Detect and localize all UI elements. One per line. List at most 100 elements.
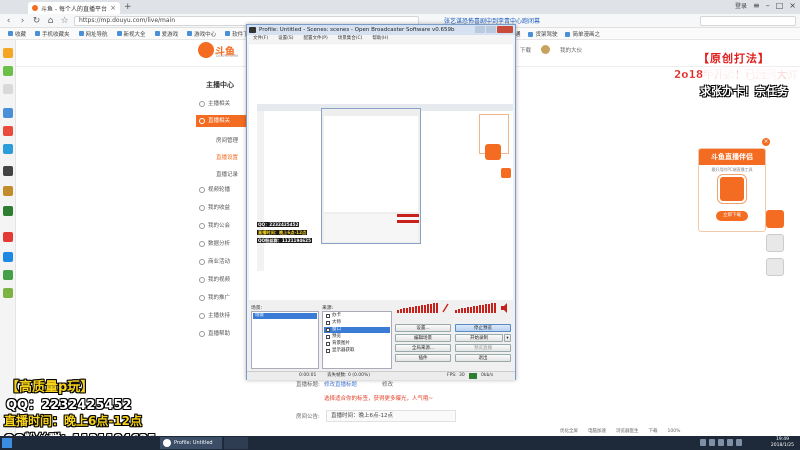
edit-link[interactable]: 修改 <box>382 380 393 388</box>
reload-icon[interactable]: ↻ <box>32 16 41 26</box>
sidebar-app-icon[interactable] <box>3 84 13 94</box>
sidebar-app-icon[interactable] <box>3 166 13 176</box>
exit-button[interactable]: 退出 <box>455 354 511 362</box>
search-input[interactable] <box>700 15 796 26</box>
nav-sub-records[interactable]: 直播记录 <box>216 170 238 178</box>
nav-item[interactable]: 商业活动 <box>196 256 246 268</box>
download-link[interactable]: 下载 <box>520 46 531 54</box>
sidebar-app-icon[interactable] <box>3 206 13 216</box>
home-icon[interactable]: ⌂ <box>46 16 55 26</box>
obs-menu-settings[interactable]: 设置(S) <box>278 35 293 43</box>
obs-close-icon[interactable] <box>497 26 513 33</box>
source-checkbox[interactable] <box>326 328 330 332</box>
nav-item[interactable]: 数据分析 <box>196 238 246 250</box>
back-icon[interactable]: ‹ <box>4 16 13 26</box>
nav-item[interactable]: 我的收益 <box>196 202 246 214</box>
mic-icon[interactable] <box>442 303 449 313</box>
scene-list[interactable]: 场景 <box>251 311 319 369</box>
sidebar-app-icon[interactable] <box>3 270 13 280</box>
bookmark-item[interactable]: 收藏 <box>8 30 26 38</box>
status-speedup[interactable]: 电脑加速 <box>588 428 606 434</box>
obs-maximize-icon[interactable] <box>486 26 496 33</box>
bookmark-item[interactable]: 游戏中心 <box>187 30 216 38</box>
taskbar-clock[interactable]: 19:49 2018/1/25 <box>771 437 794 449</box>
bookmark-item[interactable]: 货架驾驶 <box>528 30 557 38</box>
sidebar-app-icon[interactable] <box>3 66 13 76</box>
source-checkbox[interactable] <box>326 335 330 339</box>
bookmark-item[interactable]: 爱游戏 <box>154 30 178 38</box>
record-dropdown-icon[interactable]: ▾ <box>504 334 511 342</box>
float-play-icon[interactable] <box>766 210 784 228</box>
login-link[interactable]: 登录 <box>735 1 747 10</box>
notice-field[interactable]: 直播时间：晚上6点-12点 <box>326 410 456 422</box>
sidebar-app-icon[interactable] <box>3 288 13 298</box>
user-name[interactable]: 我的大伙 <box>560 46 582 54</box>
float-home-icon[interactable] <box>766 234 784 252</box>
source-list[interactable]: 办卡 大师 窗口 预览 背景图片 显示器获取 <box>322 311 392 369</box>
source-checkbox[interactable] <box>326 321 330 325</box>
bookmark-item[interactable]: 网址导航 <box>78 30 108 38</box>
menu-icon[interactable]: ≡ <box>753 1 760 10</box>
start-record-button[interactable]: 开始录制 <box>455 334 503 342</box>
settings-button[interactable]: 设置... <box>395 324 451 332</box>
bookmark-item[interactable]: 手机收藏夹 <box>35 30 70 38</box>
star-icon[interactable]: ☆ <box>60 16 69 26</box>
douyu-logo[interactable]: 斗鱼 DOUYU.COM <box>198 40 240 60</box>
start-button-icon[interactable] <box>2 438 12 448</box>
speaker-icon[interactable] <box>501 303 507 313</box>
tray-icon[interactable] <box>700 439 706 446</box>
source-item[interactable]: 背景图片 <box>324 341 390 347</box>
preview-stream-button[interactable]: 预览直播 <box>455 344 511 352</box>
obs-menu-help[interactable]: 帮助(H) <box>372 35 388 43</box>
close-window-icon[interactable]: × <box>789 1 796 10</box>
source-checkbox[interactable] <box>326 314 330 318</box>
forward-icon[interactable]: › <box>18 16 27 26</box>
minimize-icon[interactable]: – <box>766 1 770 10</box>
sidebar-app-icon[interactable] <box>3 108 13 118</box>
obs-titlebar[interactable]: Profile: Untitled - Scenes: scenes - Ope… <box>247 25 515 35</box>
status-optimize[interactable]: 优化全屏 <box>560 428 578 434</box>
obs-menu-file[interactable]: 文件(F) <box>253 35 268 43</box>
maximize-icon[interactable]: □ <box>776 1 784 10</box>
sidebar-app-icon[interactable] <box>3 186 13 196</box>
tray-icon[interactable] <box>718 439 724 446</box>
plugins-button[interactable]: 插件 <box>395 354 451 362</box>
helper-download-button[interactable]: 立即下载 <box>716 211 748 221</box>
nav-item[interactable]: 视频轮播 <box>196 184 246 196</box>
sidebar-app-icon[interactable] <box>3 232 13 242</box>
nav-item[interactable]: 我的公会 <box>196 220 246 232</box>
source-item[interactable]: 大师 <box>324 320 390 326</box>
tray-icon[interactable] <box>736 439 742 446</box>
status-download[interactable]: 下载 <box>649 428 658 434</box>
bookmark-item[interactable]: 新视大全 <box>116 30 146 38</box>
avatar[interactable] <box>541 45 551 54</box>
nav-sub-room[interactable]: 房间管理 <box>216 136 238 144</box>
global-sources-button[interactable]: 全局来源... <box>395 344 451 352</box>
tray-icon[interactable] <box>709 439 715 446</box>
float-scan-icon[interactable] <box>766 258 784 276</box>
sidebar-app-icon[interactable] <box>3 144 13 154</box>
nav-item[interactable]: 主播扶持 <box>196 310 246 322</box>
sidebar-app-icon[interactable] <box>3 126 13 136</box>
nav-item[interactable]: 我的视频 <box>196 274 246 286</box>
nav-item[interactable]: 直播帮助 <box>196 328 246 340</box>
source-checkbox[interactable] <box>326 349 330 353</box>
source-item[interactable]: 窗口 <box>324 327 390 333</box>
source-item[interactable]: 办卡 <box>324 313 390 319</box>
sidebar-app-icon[interactable] <box>3 48 13 58</box>
edit-scene-button[interactable]: 编辑场景 <box>395 334 451 342</box>
tab-close-icon[interactable]: × <box>110 4 116 12</box>
taskbar-obs-app[interactable]: Profile: Untitled <box>160 437 222 449</box>
bookmark-item[interactable]: 简单漫画之 <box>565 30 600 38</box>
source-item[interactable]: 显示器获取 <box>324 348 390 354</box>
nav-item-live[interactable]: 直播相关 <box>196 115 246 127</box>
obs-minimize-icon[interactable] <box>475 26 485 33</box>
status-doctor[interactable]: 浏览器医生 <box>616 428 639 434</box>
obs-menu-profile[interactable]: 配置文件(P) <box>303 35 327 43</box>
browser-tab[interactable]: 斗鱼 - 每个人的直播平台 × <box>28 2 120 14</box>
status-zoom[interactable]: 100% <box>668 429 681 434</box>
nav-item[interactable]: 我的推广 <box>196 292 246 304</box>
stop-preview-button[interactable]: 停止预览 <box>455 324 511 332</box>
new-tab-button[interactable]: + <box>124 2 132 12</box>
tray-icon[interactable] <box>727 439 733 446</box>
